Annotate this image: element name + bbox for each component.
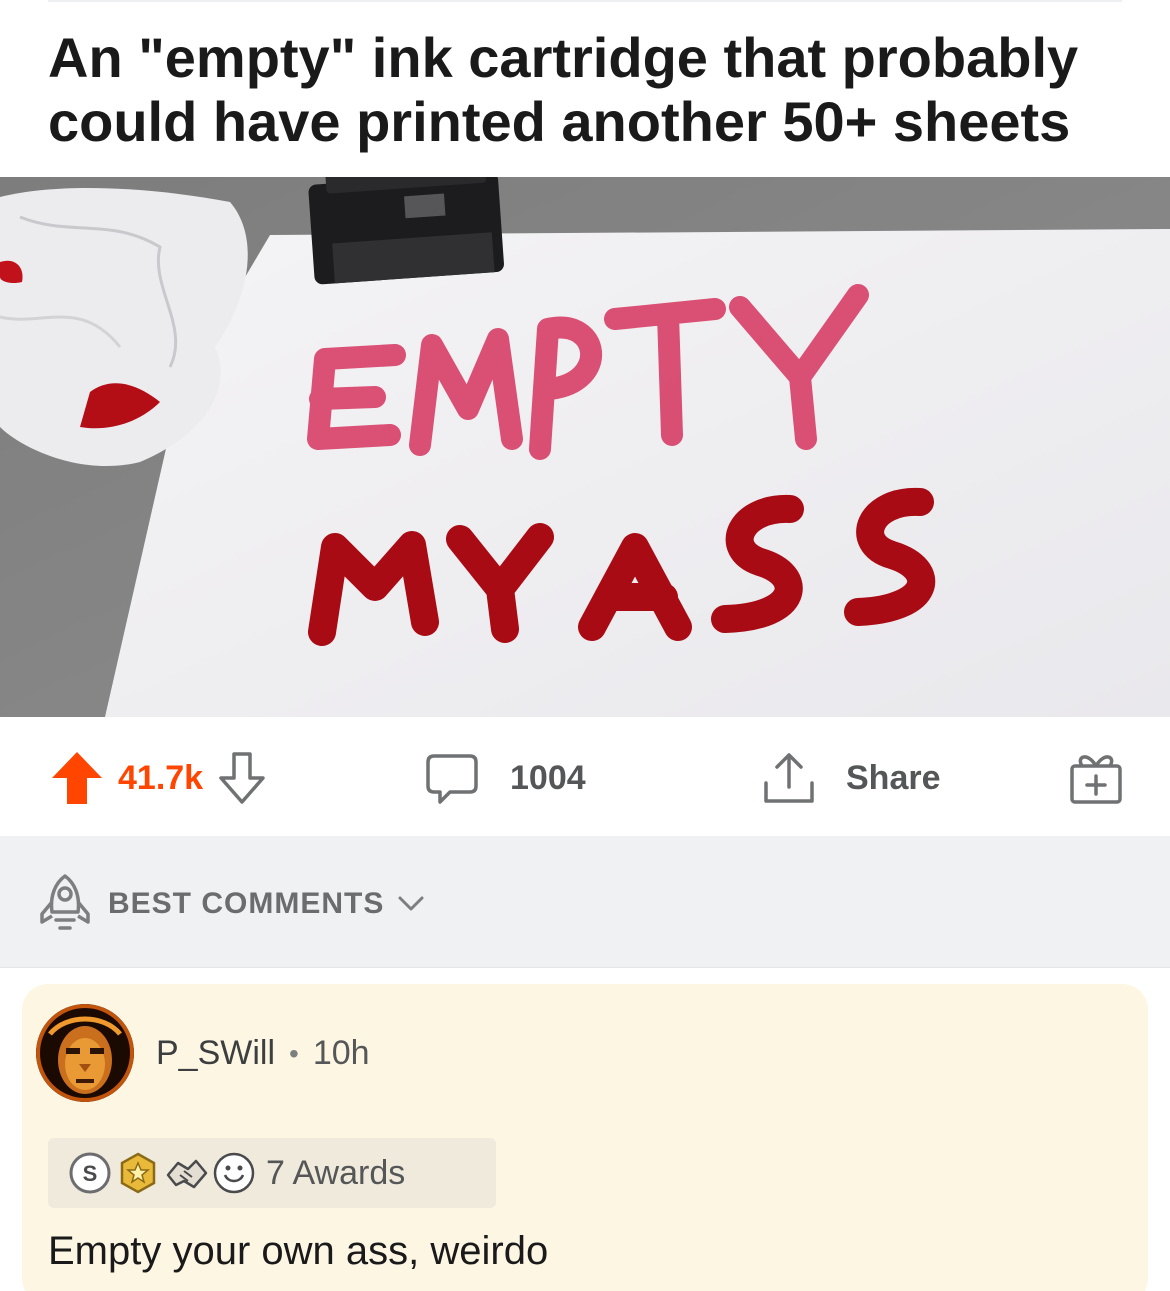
user-avatar-image <box>36 1004 134 1102</box>
meta-separator: • <box>289 1037 299 1069</box>
top-divider <box>48 0 1122 2</box>
sort-label: BEST COMMENTS <box>108 887 385 920</box>
chevron-down-icon <box>398 896 424 911</box>
post-action-bar: 41.7k 1004 Share <box>0 718 1170 836</box>
comments-button[interactable]: 1004 <box>424 748 586 808</box>
username[interactable]: P_SWill <box>156 1034 275 1073</box>
handshake-award-icon <box>166 1159 208 1189</box>
vote-group: 41.7k <box>50 748 267 808</box>
post-image[interactable] <box>0 177 1170 717</box>
gold-badge-award-icon <box>120 1152 156 1194</box>
silver-award-icon: S <box>69 1152 111 1194</box>
rocket-icon <box>40 874 90 930</box>
wholesome-award-icon <box>213 1152 255 1194</box>
ink-cartridge <box>308 177 504 285</box>
svg-text:S: S <box>83 1161 98 1186</box>
upvote-arrow-icon[interactable] <box>50 750 104 806</box>
post-title: An "empty" ink cartridge that probably c… <box>48 26 1079 153</box>
awards-pill[interactable]: S 7 Awards <box>48 1138 496 1208</box>
downvote-arrow-icon[interactable] <box>217 750 267 806</box>
share-label: Share <box>846 758 941 797</box>
comment-count: 1004 <box>510 758 586 797</box>
sort-dropdown[interactable]: BEST COMMENTS <box>36 872 426 936</box>
ink-sign-photo <box>0 177 1170 717</box>
give-award-gift-icon[interactable] <box>1066 750 1126 806</box>
awards-count-label: 7 Awards <box>266 1153 406 1192</box>
top-comment[interactable]: P_SWill • 10h S 7 Awards Empty your own … <box>22 984 1148 1291</box>
share-upload-icon <box>764 753 814 803</box>
comment-bubble-icon <box>426 754 478 804</box>
comment-body: Empty your own ass, weirdo <box>48 1229 549 1273</box>
comment-sort-bar: BEST COMMENTS <box>0 836 1170 968</box>
vote-score: 41.7k <box>118 758 204 797</box>
share-button[interactable]: Share <box>760 748 941 808</box>
avatar[interactable] <box>36 1004 134 1102</box>
comment-meta: P_SWill • 10h <box>156 1034 370 1073</box>
comment-age: 10h <box>312 1034 370 1072</box>
